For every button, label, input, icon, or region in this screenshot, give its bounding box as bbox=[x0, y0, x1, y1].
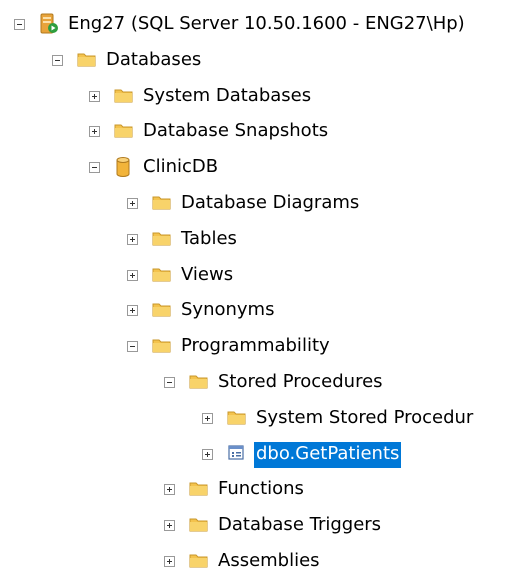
tree-node-databases[interactable]: Databases bbox=[0, 49, 523, 75]
tree-node-label[interactable]: Database Triggers bbox=[216, 513, 383, 539]
tree-node-label[interactable]: Synonyms bbox=[179, 298, 276, 324]
server-icon bbox=[39, 13, 59, 34]
tree-node-label[interactable]: Databases bbox=[104, 48, 203, 74]
tree-node-label[interactable]: Assemblies bbox=[216, 549, 322, 575]
collapse-icon[interactable] bbox=[164, 377, 175, 388]
expand-icon[interactable] bbox=[164, 556, 175, 567]
expand-icon[interactable] bbox=[164, 484, 175, 495]
folder-icon bbox=[189, 550, 209, 570]
folder-icon bbox=[114, 85, 134, 105]
expand-icon[interactable] bbox=[127, 305, 138, 316]
tree-node-label[interactable]: System Stored Procedur bbox=[254, 406, 475, 432]
tree-node-label[interactable]: Functions bbox=[216, 477, 306, 503]
tree-node-views[interactable]: Views bbox=[0, 264, 523, 290]
tree-node-database-diagrams[interactable]: Database Diagrams bbox=[0, 192, 523, 218]
tree-node-assemblies[interactable]: Assemblies bbox=[0, 550, 523, 576]
tree-node-label[interactable]: Eng27 (SQL Server 10.50.1600 - ENG27\Hp) bbox=[66, 12, 467, 38]
tree-node-tables[interactable]: Tables bbox=[0, 228, 523, 254]
expand-icon[interactable] bbox=[127, 270, 138, 281]
tree-node-system-stored-procedur[interactable]: System Stored Procedur bbox=[0, 407, 523, 433]
tree-node-stored-procedures[interactable]: Stored Procedures bbox=[0, 371, 523, 397]
stored-procedure-icon bbox=[227, 443, 247, 463]
tree-node-label[interactable]: Database Diagrams bbox=[179, 191, 361, 217]
folder-icon bbox=[77, 49, 97, 69]
folder-icon bbox=[152, 228, 172, 248]
tree-node-synonyms[interactable]: Synonyms bbox=[0, 299, 523, 325]
expand-icon[interactable] bbox=[89, 126, 100, 137]
database-icon bbox=[114, 156, 134, 177]
tree-node-functions[interactable]: Functions bbox=[0, 478, 523, 504]
tree-node-dbo-getpatients[interactable]: dbo.GetPatients bbox=[0, 442, 523, 469]
folder-icon bbox=[189, 514, 209, 534]
folder-icon bbox=[189, 371, 209, 391]
folder-icon bbox=[227, 407, 247, 427]
collapse-icon[interactable] bbox=[89, 162, 100, 173]
object-explorer-tree: Eng27 (SQL Server 10.50.1600 - ENG27\Hp)… bbox=[0, 0, 523, 571]
folder-icon bbox=[152, 299, 172, 319]
tree-node-database-snapshots[interactable]: Database Snapshots bbox=[0, 120, 523, 146]
collapse-icon[interactable] bbox=[52, 55, 63, 66]
tree-node-label[interactable]: Stored Procedures bbox=[216, 370, 385, 396]
tree-node-label[interactable]: Database Snapshots bbox=[141, 119, 330, 145]
tree-node-label[interactable]: Views bbox=[179, 263, 235, 289]
folder-icon bbox=[152, 264, 172, 284]
expand-icon[interactable] bbox=[89, 91, 100, 102]
folder-icon bbox=[152, 335, 172, 355]
tree-node-system-databases[interactable]: System Databases bbox=[0, 85, 523, 111]
tree-node-label[interactable]: System Databases bbox=[141, 84, 313, 110]
tree-node-label[interactable]: Programmability bbox=[179, 334, 332, 360]
tree-node-database-triggers[interactable]: Database Triggers bbox=[0, 514, 523, 540]
expand-icon[interactable] bbox=[202, 413, 213, 424]
expand-icon[interactable] bbox=[127, 198, 138, 209]
folder-icon bbox=[189, 478, 209, 498]
expand-icon[interactable] bbox=[127, 234, 138, 245]
tree-node-clinicdb[interactable]: ClinicDB bbox=[0, 156, 523, 182]
collapse-icon[interactable] bbox=[14, 19, 25, 30]
folder-icon bbox=[114, 120, 134, 140]
folder-icon bbox=[152, 192, 172, 212]
expand-icon[interactable] bbox=[202, 449, 213, 460]
expand-icon[interactable] bbox=[164, 520, 175, 531]
tree-node-programmability[interactable]: Programmability bbox=[0, 335, 523, 361]
tree-node-label[interactable]: Tables bbox=[179, 227, 239, 253]
collapse-icon[interactable] bbox=[127, 341, 138, 352]
tree-node-label[interactable]: ClinicDB bbox=[141, 155, 220, 181]
tree-node-eng27-sql-server-10-50-1600-eng27-hp[interactable]: Eng27 (SQL Server 10.50.1600 - ENG27\Hp) bbox=[0, 13, 523, 39]
tree-node-label[interactable]: dbo.GetPatients bbox=[254, 442, 402, 468]
